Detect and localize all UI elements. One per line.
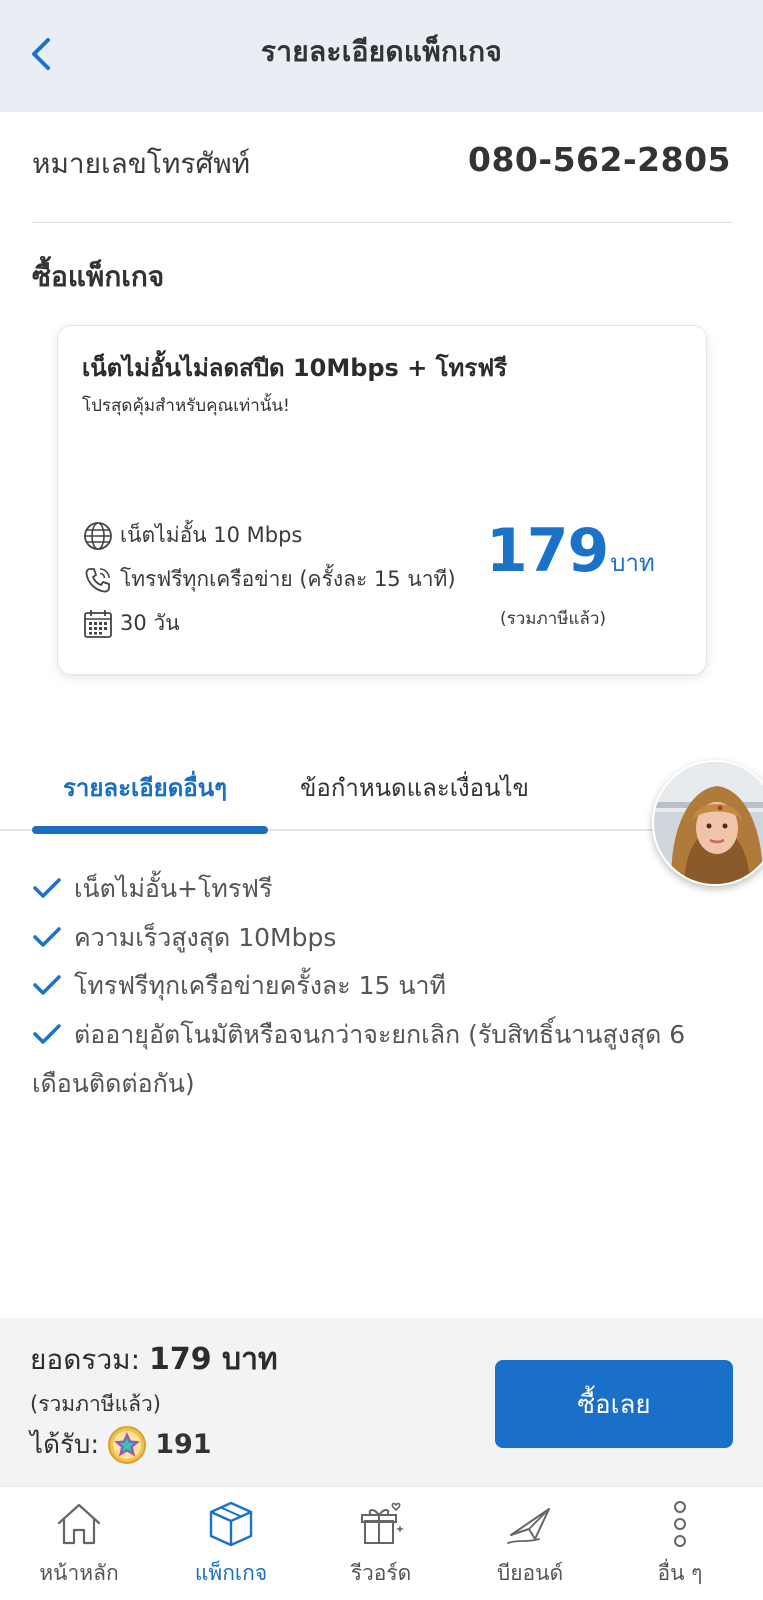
price-unit: บาท (610, 549, 655, 577)
nav-label: อื่น ๆ (657, 1561, 703, 1585)
package-subtitle: โปรสุดคุ้มสำหรับคุณเท่านั้น! (82, 396, 290, 416)
detail-item: ความเร็วสูงสุด 10Mbps (32, 913, 732, 962)
nav-item-beyond[interactable]: บียอนด์ (460, 1487, 600, 1600)
check-icon (33, 975, 61, 995)
feature-text: โทรฟรีทุกเครือข่าย (ครั้งละ 15 นาที) (120, 567, 456, 591)
beyond-plane-icon (507, 1508, 550, 1544)
bottom-navigation: หน้าหลัก แพ็กเกจ รีวอร์ด บียอนด์ อื่น ๆ (0, 1486, 763, 1600)
globe-icon (84, 521, 112, 550)
package-card: เน็ตไม่อั้นไม่ลดสปีด 10Mbps + โทรฟรี โปร… (57, 325, 707, 675)
detail-text: เน็ตไม่อั้น+โทรฟรี (74, 874, 273, 903)
section-title: ซื้อแพ็กเกจ (32, 260, 165, 293)
total-value: 179 บาท (148, 1342, 278, 1377)
detail-item: เน็ตไม่อั้น+โทรฟรี (32, 864, 732, 913)
feature-call: โทรฟรีทุกเครือข่าย (ครั้งละ 15 นาที) (82, 563, 456, 596)
price-note: (รวมภาษีแล้ว) (500, 609, 607, 629)
total-amount: ยอดรวม: 179 บาท (30, 1336, 278, 1383)
tab-other-details[interactable]: รายละเอียดอื่นๆ (63, 768, 227, 807)
nav-label: แพ็กเกจ (194, 1561, 268, 1585)
package-box-icon (209, 1501, 253, 1547)
package-name: เน็ตไม่อั้นไม่ลดสปีด 10Mbps + โทรฟรี (82, 354, 508, 382)
check-icon (33, 1024, 61, 1044)
points-value: 191 (155, 1429, 212, 1460)
page-title: รายละเอียดแพ็กเกจ (260, 35, 503, 68)
tab-terms-conditions[interactable]: ข้อกำหนดและเงื่อนไข (300, 768, 529, 807)
points-earned: ได้รับ: 191 (30, 1424, 212, 1465)
home-icon (57, 1503, 101, 1545)
nav-label: บียอนด์ (496, 1561, 564, 1585)
more-vertical-icon (674, 1501, 686, 1547)
price-amount: 179 (486, 516, 609, 586)
nav-label: หน้าหลัก (39, 1561, 119, 1585)
calendar-icon (84, 609, 112, 638)
check-icon (33, 878, 61, 898)
feature-text: 30 วัน (120, 611, 180, 635)
buy-now-button[interactable]: ซื้อเลย (495, 1360, 733, 1448)
checkout-summary: ยอดรวม: 179 บาท (รวมภาษีแล้ว) ได้รับ: 19… (0, 1318, 763, 1486)
feature-text: เน็ตไม่อั้น 10 Mbps (120, 523, 303, 547)
detail-item: ต่ออายุอัตโนมัติหรือจนกว่าจะยกเลิก (รับส… (32, 1010, 732, 1108)
star-coin-icon (108, 1425, 147, 1464)
detail-item: โทรฟรีทุกเครือข่ายครั้งละ 15 นาที (32, 961, 732, 1010)
detail-text: ต่ออายุอัตโนมัติหรือจนกว่าจะยกเลิก (รับส… (32, 1020, 686, 1098)
top-app-bar: รายละเอียดแพ็กเกจ (0, 0, 763, 112)
total-note: (รวมภาษีแล้ว) (30, 1392, 161, 1416)
check-icon (33, 927, 61, 947)
phone-number-label: หมายเลขโทรศัพท์ (32, 147, 251, 180)
divider (32, 222, 732, 223)
phone-call-icon (85, 567, 110, 592)
detail-text: ความเร็วสูงสุด 10Mbps (74, 923, 337, 952)
nav-item-more[interactable]: อื่น ๆ (610, 1487, 750, 1600)
detail-text: โทรฟรีทุกเครือข่ายครั้งละ 15 นาที (74, 971, 446, 1000)
feature-validity: 30 วัน (82, 607, 180, 640)
nav-item-home[interactable]: หน้าหลัก (9, 1487, 149, 1600)
gift-icon (361, 1502, 404, 1544)
phone-number-value: 080-562-2805 (467, 140, 731, 179)
package-price: 179 บาท (486, 516, 655, 586)
nav-item-rewards[interactable]: รีวอร์ด (311, 1487, 451, 1600)
nav-label: รีวอร์ด (350, 1561, 412, 1585)
active-tab-indicator (32, 826, 268, 834)
feature-internet: เน็ตไม่อั้น 10 Mbps (82, 519, 302, 552)
nav-item-packages[interactable]: แพ็กเกจ (161, 1487, 301, 1600)
points-label: ได้รับ: (30, 1430, 100, 1460)
total-label: ยอดรวม: (30, 1343, 141, 1376)
